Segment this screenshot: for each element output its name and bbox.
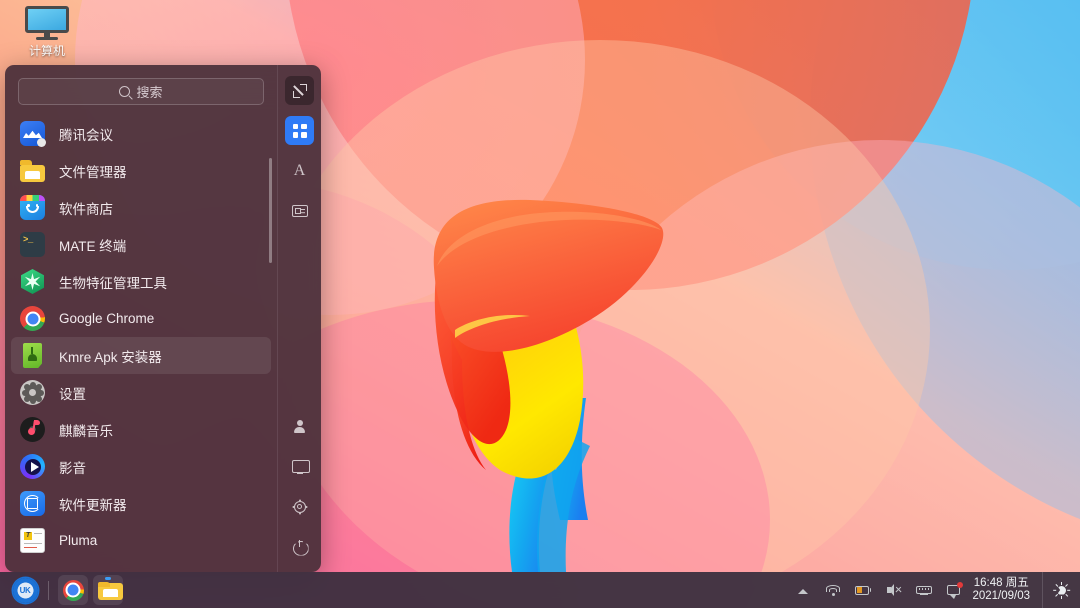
ubuntu-kylin-logo: UK [13,578,38,603]
media-player-icon [20,454,45,479]
app-name: 软件更新器 [59,494,127,514]
search-input[interactable]: 搜索 [18,78,264,105]
power-button[interactable] [285,532,314,561]
kmre-apk-icon [20,343,45,368]
app-name: 麒麟音乐 [59,420,113,440]
grid-view-button[interactable] [285,116,314,145]
app-name: 影音 [59,457,86,477]
app-name: Kmre Apk 安装器 [59,346,162,366]
chrome-icon [63,580,84,601]
app-name: 软件商店 [59,198,113,218]
monitor-icon [292,460,308,474]
mate-terminal-icon [20,232,45,257]
desktop-icon-label: 计算机 [29,42,65,59]
desktop-icon-computer[interactable]: 计算机 [14,6,80,59]
start-menu-main: 搜索 腾讯会议 文件管理器 软件商店 [5,65,277,572]
app-list-item-biometric-tool[interactable]: 生物特征管理工具 [11,263,271,300]
settings-gear-icon [20,380,45,405]
start-menu[interactable]: 搜索 腾讯会议 文件管理器 软件商店 [5,65,321,572]
show-hidden-up-arrow-icon[interactable] [795,582,811,598]
settings-gear-icon [292,499,307,514]
app-list-item-tencent-meeting[interactable]: 腾讯会议 [11,115,271,152]
tencent-meeting-icon [20,121,45,146]
user-avatar-icon [293,420,307,434]
start-button[interactable]: UK [10,575,40,605]
keyboard-input-icon[interactable] [916,582,932,598]
app-list-item-software-store[interactable]: 软件商店 [11,189,271,226]
file-manager-icon [98,580,119,601]
app-list-item-pluma[interactable]: T Pluma [11,522,271,559]
app-list-item-media-player[interactable]: 影音 [11,448,271,485]
notification-message-icon[interactable] [946,582,962,598]
app-name: 文件管理器 [59,161,127,181]
desktop[interactable]: 计算机 搜索 腾讯会议 文件管理器 [0,0,1080,608]
expand-fullscreen-button[interactable] [285,76,314,105]
app-name: MATE 终端 [59,235,126,255]
settings-button[interactable] [285,492,314,521]
app-list-item-kmre-apk-installer[interactable]: Kmre Apk 安装器 [11,337,271,374]
app-list-item-google-chrome[interactable]: Google Chrome [11,300,271,337]
computer-monitor-icon [25,6,69,40]
app-name: 生物特征管理工具 [59,272,167,292]
night-mode-sun-moon-icon [1053,581,1071,599]
biometric-tool-icon [20,269,45,294]
power-icon [293,540,307,554]
search-placeholder: 搜索 [136,82,162,101]
wifi-icon[interactable] [825,582,841,598]
system-tray [795,582,962,598]
start-menu-sidebar: A [277,65,321,572]
app-list-item-file-manager[interactable]: 文件管理器 [11,152,271,189]
display-button[interactable] [285,452,314,481]
card-list-view-button[interactable] [285,196,314,225]
clock-date: 2021/09/03 [972,590,1030,603]
app-list-scrollbar-thumb[interactable] [269,158,272,263]
software-updater-icon [20,491,45,516]
app-list-item-software-updater[interactable]: 软件更新器 [11,485,271,522]
kylin-music-icon [20,417,45,442]
night-mode-button[interactable] [1042,572,1080,608]
app-list[interactable]: 腾讯会议 文件管理器 软件商店 MATE 终端 [5,111,277,572]
card-list-view-icon [292,205,308,217]
taskbar-app-chrome[interactable] [58,575,88,605]
taskbar-app-file-manager[interactable] [93,575,123,605]
volume-muted-icon[interactable] [886,582,902,598]
app-list-item-mate-terminal[interactable]: MATE 终端 [11,226,271,263]
clock-time: 16:48 周五 [974,577,1029,590]
expand-fullscreen-icon [293,84,307,98]
start-button-label: UK [20,586,31,595]
app-list-item-settings[interactable]: 设置 [11,374,271,411]
file-manager-icon [20,158,45,183]
app-name: Pluma [59,533,97,548]
grid-view-icon [293,124,307,138]
battery-icon[interactable] [855,582,872,598]
taskbar-separator [48,581,49,600]
alphabet-view-button[interactable]: A [285,156,314,185]
app-name: Google Chrome [59,311,154,326]
chrome-icon [20,306,45,331]
pluma-editor-icon: T [20,528,45,553]
user-account-button[interactable] [285,412,314,441]
app-name: 腾讯会议 [59,124,113,144]
software-store-icon [20,195,45,220]
app-name: 设置 [59,383,86,403]
search-icon [119,86,130,97]
letter-a-icon: A [294,163,306,179]
taskbar: UK [0,572,1080,608]
app-list-item-kylin-music[interactable]: 麒麟音乐 [11,411,271,448]
clock[interactable]: 16:48 周五 2021/09/03 [972,577,1030,603]
